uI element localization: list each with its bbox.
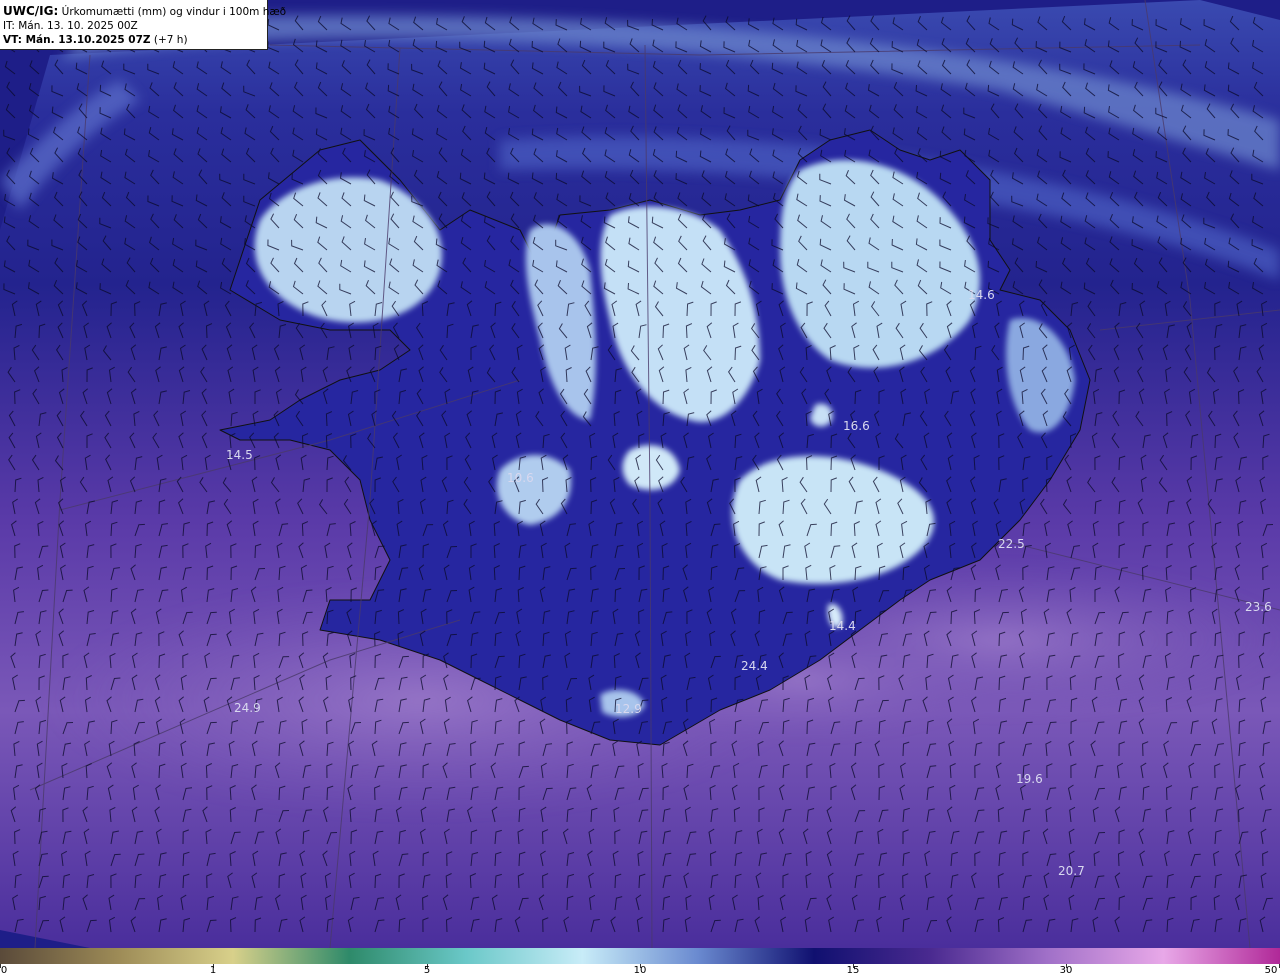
info-box: UWC/IG: Úrkomumætti (mm) og vindur i 100…	[0, 0, 286, 50]
value-label: 24.4	[741, 659, 768, 673]
value-label: 16.6	[843, 419, 870, 433]
colorbar-tick-label: 5	[423, 965, 431, 976]
valid-time-line: VT: Mán. 13.10.2025 07Z (+7 h)	[3, 33, 264, 47]
colorbar-legend: 0 1 5 10 15 30 50	[0, 948, 1280, 978]
colorbar-tick-label: 1	[209, 965, 217, 976]
map-title: Úrkomumætti (mm) og vindur i 100m hæð	[61, 6, 287, 18]
issue-time: IT: Mán. 13. 10. 2025 00Z	[3, 20, 138, 32]
title-line: UWC/IG: Úrkomumætti (mm) og vindur i 100…	[3, 4, 286, 19]
value-label: 14.5	[226, 448, 253, 462]
value-label: 14.4	[829, 619, 856, 633]
value-label: 24.9	[234, 701, 261, 715]
valid-time: VT: Mán. 13.10.2025 07Z	[3, 34, 151, 46]
colorbar-tick-label: 0	[0, 965, 8, 976]
colorbar-tick-label: 10	[633, 965, 647, 976]
lead-time: (+7 h)	[153, 34, 188, 46]
colorbar-tick-label: 50	[1264, 965, 1278, 976]
colorbar-tick-label: 15	[846, 965, 860, 976]
value-label: 12.9	[615, 702, 642, 716]
product-code: UWC/IG:	[3, 4, 59, 18]
value-label: 22.5	[998, 537, 1025, 551]
weather-map: 14.5 10.6 16.6 22.5 23.6 14.4 24.4 12.9 …	[0, 0, 1280, 948]
value-label: 20.7	[1058, 864, 1085, 878]
colorbar	[0, 948, 1280, 964]
value-label: 14.6	[968, 288, 995, 302]
value-label: 23.6	[1245, 600, 1272, 614]
value-label: 10.6	[507, 471, 534, 485]
value-label: 19.6	[1016, 772, 1043, 786]
colorbar-tick-label: 30	[1059, 965, 1073, 976]
